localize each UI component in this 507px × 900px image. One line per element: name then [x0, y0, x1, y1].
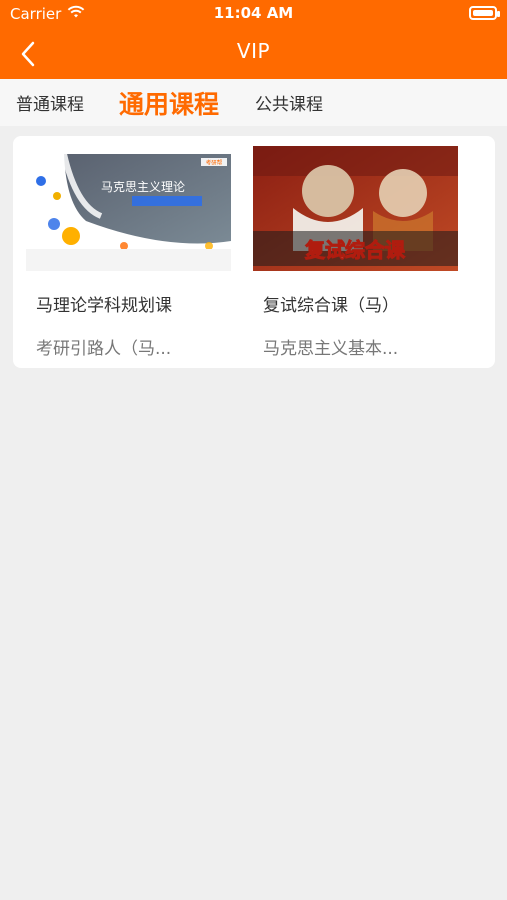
tab-public-courses[interactable]: 公共课程 — [255, 79, 323, 126]
course-title: 马理论学科规划课 — [36, 296, 172, 316]
course-subtitle: 马克思主义基本... — [263, 339, 399, 359]
thumbnail-text: 复试综合课 — [304, 238, 406, 262]
status-bar: Carrier 11:04 AM — [0, 0, 507, 28]
course-title: 复试综合课（马） — [263, 296, 399, 316]
thumbnail-text: 马克思主义理论 — [101, 180, 185, 194]
thumbnail-badge: 考研帮 — [206, 158, 223, 166]
page-title: VIP — [236, 39, 271, 63]
nav-bar: VIP — [0, 28, 507, 79]
battery-icon — [469, 6, 500, 20]
course-thumbnail[interactable]: 考研帮 马克思主义理论 — [26, 146, 231, 271]
course-item[interactable]: 复试综合课 复试综合课（马） 马克思主义基本... — [253, 146, 463, 366]
header: Carrier 11:04 AM VIP — [0, 0, 507, 79]
status-time: 11:04 AM — [213, 4, 294, 22]
course-item[interactable]: 考研帮 马克思主义理论 马理论学科规划课 考研引路人（马... — [26, 146, 236, 366]
course-thumbnail[interactable]: 复试综合课 — [253, 146, 458, 271]
course-subtitle: 考研引路人（马... — [36, 339, 172, 359]
course-tabs: 普通课程 通用课程 公共课程 — [0, 79, 507, 126]
course-list: 考研帮 马克思主义理论 马理论学科规划课 考研引路人（马... 复试综合课 复试… — [13, 136, 495, 368]
tab-general-courses[interactable]: 普通课程 — [16, 79, 84, 126]
tab-universal-courses[interactable]: 通用课程 — [119, 79, 219, 126]
